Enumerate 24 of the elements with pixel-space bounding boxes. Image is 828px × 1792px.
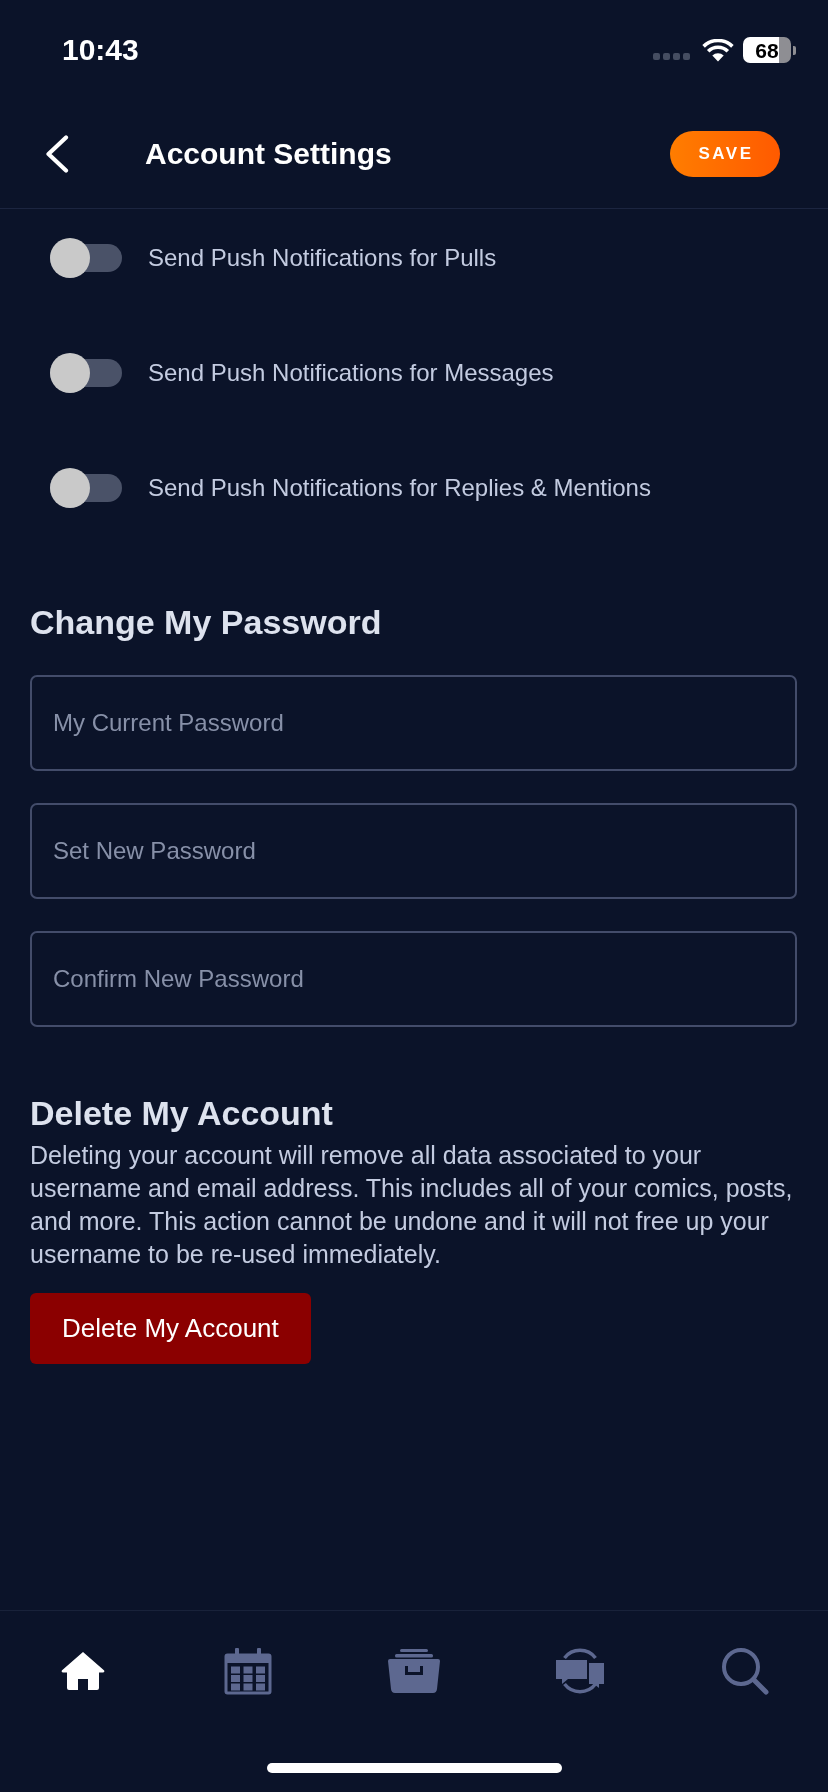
search-icon[interactable] xyxy=(721,1647,770,1695)
toggle-switch[interactable] xyxy=(50,238,122,278)
chat-bubbles-icon[interactable] xyxy=(555,1647,604,1695)
file-drawer-icon[interactable] xyxy=(388,1649,440,1693)
toggle-switch[interactable] xyxy=(50,353,122,393)
wifi-icon xyxy=(702,38,734,62)
password-field[interactable]: My Current Password xyxy=(30,675,797,771)
password-field[interactable]: Confirm New Password xyxy=(30,931,797,1027)
section-heading: Delete My Account xyxy=(30,1093,334,1134)
signal-icon xyxy=(653,52,690,60)
delete-account-button[interactable]: Delete My Account xyxy=(30,1293,311,1364)
page-title: Account Settings xyxy=(145,137,393,171)
status-time: 10:43 xyxy=(62,33,139,67)
section-heading: Change My Password xyxy=(30,602,383,643)
home-icon[interactable] xyxy=(60,1651,105,1691)
warning-text: Deleting your account will remove all data associated to your username and email address. This includes all of your comics, posts, and more. This action cannot be undone and it will not free up your username to be re-used immediately. xyxy=(30,1140,794,1270)
back-icon[interactable] xyxy=(45,135,69,173)
battery-indicator: 68 xyxy=(743,37,796,63)
toggle-label: Send Push Notifications for Replies & Mentions xyxy=(148,474,651,502)
toggle-label: Send Push Notifications for Messages xyxy=(148,359,554,387)
toggle-switch[interactable] xyxy=(50,468,122,508)
password-field[interactable]: Set New Password xyxy=(30,803,797,899)
calendar-icon[interactable] xyxy=(224,1647,273,1695)
toggle-label: Send Push Notifications for Pulls xyxy=(148,244,497,272)
